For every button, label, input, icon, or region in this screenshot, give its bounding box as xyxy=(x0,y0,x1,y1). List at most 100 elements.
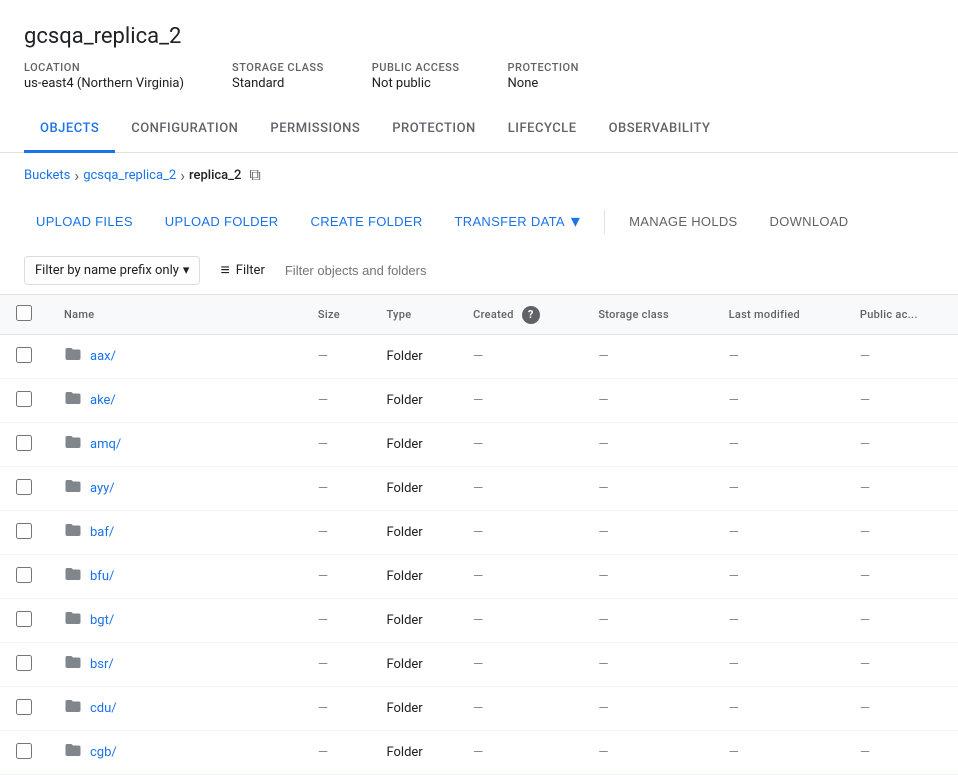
row-created: — xyxy=(457,643,582,687)
row-checkbox[interactable] xyxy=(16,391,32,407)
row-created: — xyxy=(457,335,582,379)
row-created: — xyxy=(457,687,582,731)
row-checkbox[interactable] xyxy=(16,743,32,759)
transfer-data-label: TRANSFER DATA xyxy=(455,214,565,229)
row-size: — xyxy=(302,423,371,467)
table-row: aax/ — Folder — — — — xyxy=(0,335,958,379)
folder-link[interactable]: baf/ xyxy=(64,521,286,544)
folder-icon xyxy=(64,565,82,588)
row-checkbox[interactable] xyxy=(16,523,32,539)
row-public-access: — xyxy=(844,423,958,467)
download-button[interactable]: DOWNLOAD xyxy=(758,208,861,235)
col-header-storage-class: Storage class xyxy=(582,295,712,335)
row-storage-class: — xyxy=(582,555,712,599)
table-row: cgb/ — Folder — — — — xyxy=(0,731,958,775)
row-checkbox[interactable] xyxy=(16,347,32,363)
upload-files-button[interactable]: UPLOAD FILES xyxy=(24,208,145,235)
row-public-access: — xyxy=(844,643,958,687)
row-created: — xyxy=(457,379,582,423)
row-created: — xyxy=(457,511,582,555)
meta-storage-class: Storage class Standard xyxy=(232,61,324,91)
row-checkbox-cell xyxy=(0,423,48,467)
folder-link[interactable]: cgb/ xyxy=(64,741,286,764)
row-last-modified: — xyxy=(713,555,844,599)
table-row: baf/ — Folder — — — — xyxy=(0,511,958,555)
filter-button[interactable]: ≡ Filter xyxy=(212,254,272,286)
row-checkbox[interactable] xyxy=(16,479,32,495)
row-checkbox[interactable] xyxy=(16,567,32,583)
row-name-cell: cdu/ xyxy=(48,687,302,731)
tabs-bar: OBJECTS CONFIGURATION PERMISSIONS PROTEC… xyxy=(0,107,958,153)
create-folder-button[interactable]: CREATE FOLDER xyxy=(299,208,435,235)
row-type: Folder xyxy=(370,643,457,687)
row-name-cell: bfu/ xyxy=(48,555,302,599)
col-created-label: Created xyxy=(473,308,514,321)
row-storage-class: — xyxy=(582,643,712,687)
row-storage-class: — xyxy=(582,423,712,467)
transfer-data-dropdown-icon: ▾ xyxy=(571,211,580,232)
row-name-cell: ayy/ xyxy=(48,467,302,511)
filter-dropdown-icon: ▾ xyxy=(183,263,190,278)
row-checkbox[interactable] xyxy=(16,699,32,715)
row-size: — xyxy=(302,335,371,379)
tab-lifecycle[interactable]: LIFECYCLE xyxy=(492,107,593,153)
created-help-icon[interactable]: ? xyxy=(522,306,540,324)
meta-row: Location us-east4 (Northern Virginia) St… xyxy=(24,61,934,91)
folder-link[interactable]: cdu/ xyxy=(64,697,286,720)
filter-dropdown-label: Filter by name prefix only xyxy=(35,263,179,278)
row-checkbox[interactable] xyxy=(16,655,32,671)
filter-input[interactable] xyxy=(285,263,934,278)
folder-icon xyxy=(64,345,82,368)
tab-protection[interactable]: PROTECTION xyxy=(376,107,491,153)
table-row: ayy/ — Folder — — — — xyxy=(0,467,958,511)
row-created: — xyxy=(457,423,582,467)
location-label: Location xyxy=(24,61,184,74)
select-all-checkbox[interactable] xyxy=(16,305,32,321)
folder-link[interactable]: bsr/ xyxy=(64,653,286,676)
row-name: baf/ xyxy=(90,525,114,540)
filter-dropdown[interactable]: Filter by name prefix only ▾ xyxy=(24,256,200,285)
breadcrumb-bucket-link[interactable]: gcsqa_replica_2 xyxy=(83,168,176,183)
page-header: gcsqa_replica_2 Location us-east4 (North… xyxy=(0,0,958,91)
row-checkbox-cell xyxy=(0,731,48,775)
transfer-data-button[interactable]: TRANSFER DATA ▾ xyxy=(443,205,593,238)
tab-objects[interactable]: OBJECTS xyxy=(24,107,115,153)
row-name-cell: bgt/ xyxy=(48,599,302,643)
col-header-name: Name xyxy=(48,295,302,335)
folder-link[interactable]: aax/ xyxy=(64,345,286,368)
row-checkbox[interactable] xyxy=(16,435,32,451)
row-checkbox[interactable] xyxy=(16,611,32,627)
tab-observability[interactable]: OBSERVABILITY xyxy=(593,107,727,153)
breadcrumb: Buckets › gcsqa_replica_2 › replica_2 ⧉ xyxy=(0,153,958,197)
upload-folder-button[interactable]: UPLOAD FOLDER xyxy=(153,208,291,235)
folder-link[interactable]: bfu/ xyxy=(64,565,286,588)
tab-configuration[interactable]: CONFIGURATION xyxy=(115,107,254,153)
folder-icon xyxy=(64,389,82,412)
filter-label: Filter xyxy=(236,263,265,278)
folder-link[interactable]: ake/ xyxy=(64,389,286,412)
folder-link[interactable]: amq/ xyxy=(64,433,286,456)
manage-holds-button[interactable]: MANAGE HOLDS xyxy=(617,208,749,235)
row-last-modified: — xyxy=(713,335,844,379)
row-name: amq/ xyxy=(90,437,121,452)
folder-icon xyxy=(64,433,82,456)
folder-link[interactable]: bgt/ xyxy=(64,609,286,632)
storage-class-label: Storage class xyxy=(232,61,324,74)
row-name-cell: amq/ xyxy=(48,423,302,467)
folder-link[interactable]: ayy/ xyxy=(64,477,286,500)
folder-icon xyxy=(64,741,82,764)
copy-path-icon[interactable]: ⧉ xyxy=(249,165,260,185)
table-header: Name Size Type Created ? Storage class L… xyxy=(0,295,958,335)
row-created: — xyxy=(457,731,582,775)
row-last-modified: — xyxy=(713,731,844,775)
meta-location: Location us-east4 (Northern Virginia) xyxy=(24,61,184,91)
folder-icon xyxy=(64,477,82,500)
row-storage-class: — xyxy=(582,731,712,775)
breadcrumb-buckets-link[interactable]: Buckets xyxy=(24,168,70,183)
row-type: Folder xyxy=(370,467,457,511)
row-size: — xyxy=(302,555,371,599)
row-name: cgb/ xyxy=(90,745,117,760)
tab-permissions[interactable]: PERMISSIONS xyxy=(254,107,376,153)
row-public-access: — xyxy=(844,555,958,599)
table-row: ake/ — Folder — — — — xyxy=(0,379,958,423)
